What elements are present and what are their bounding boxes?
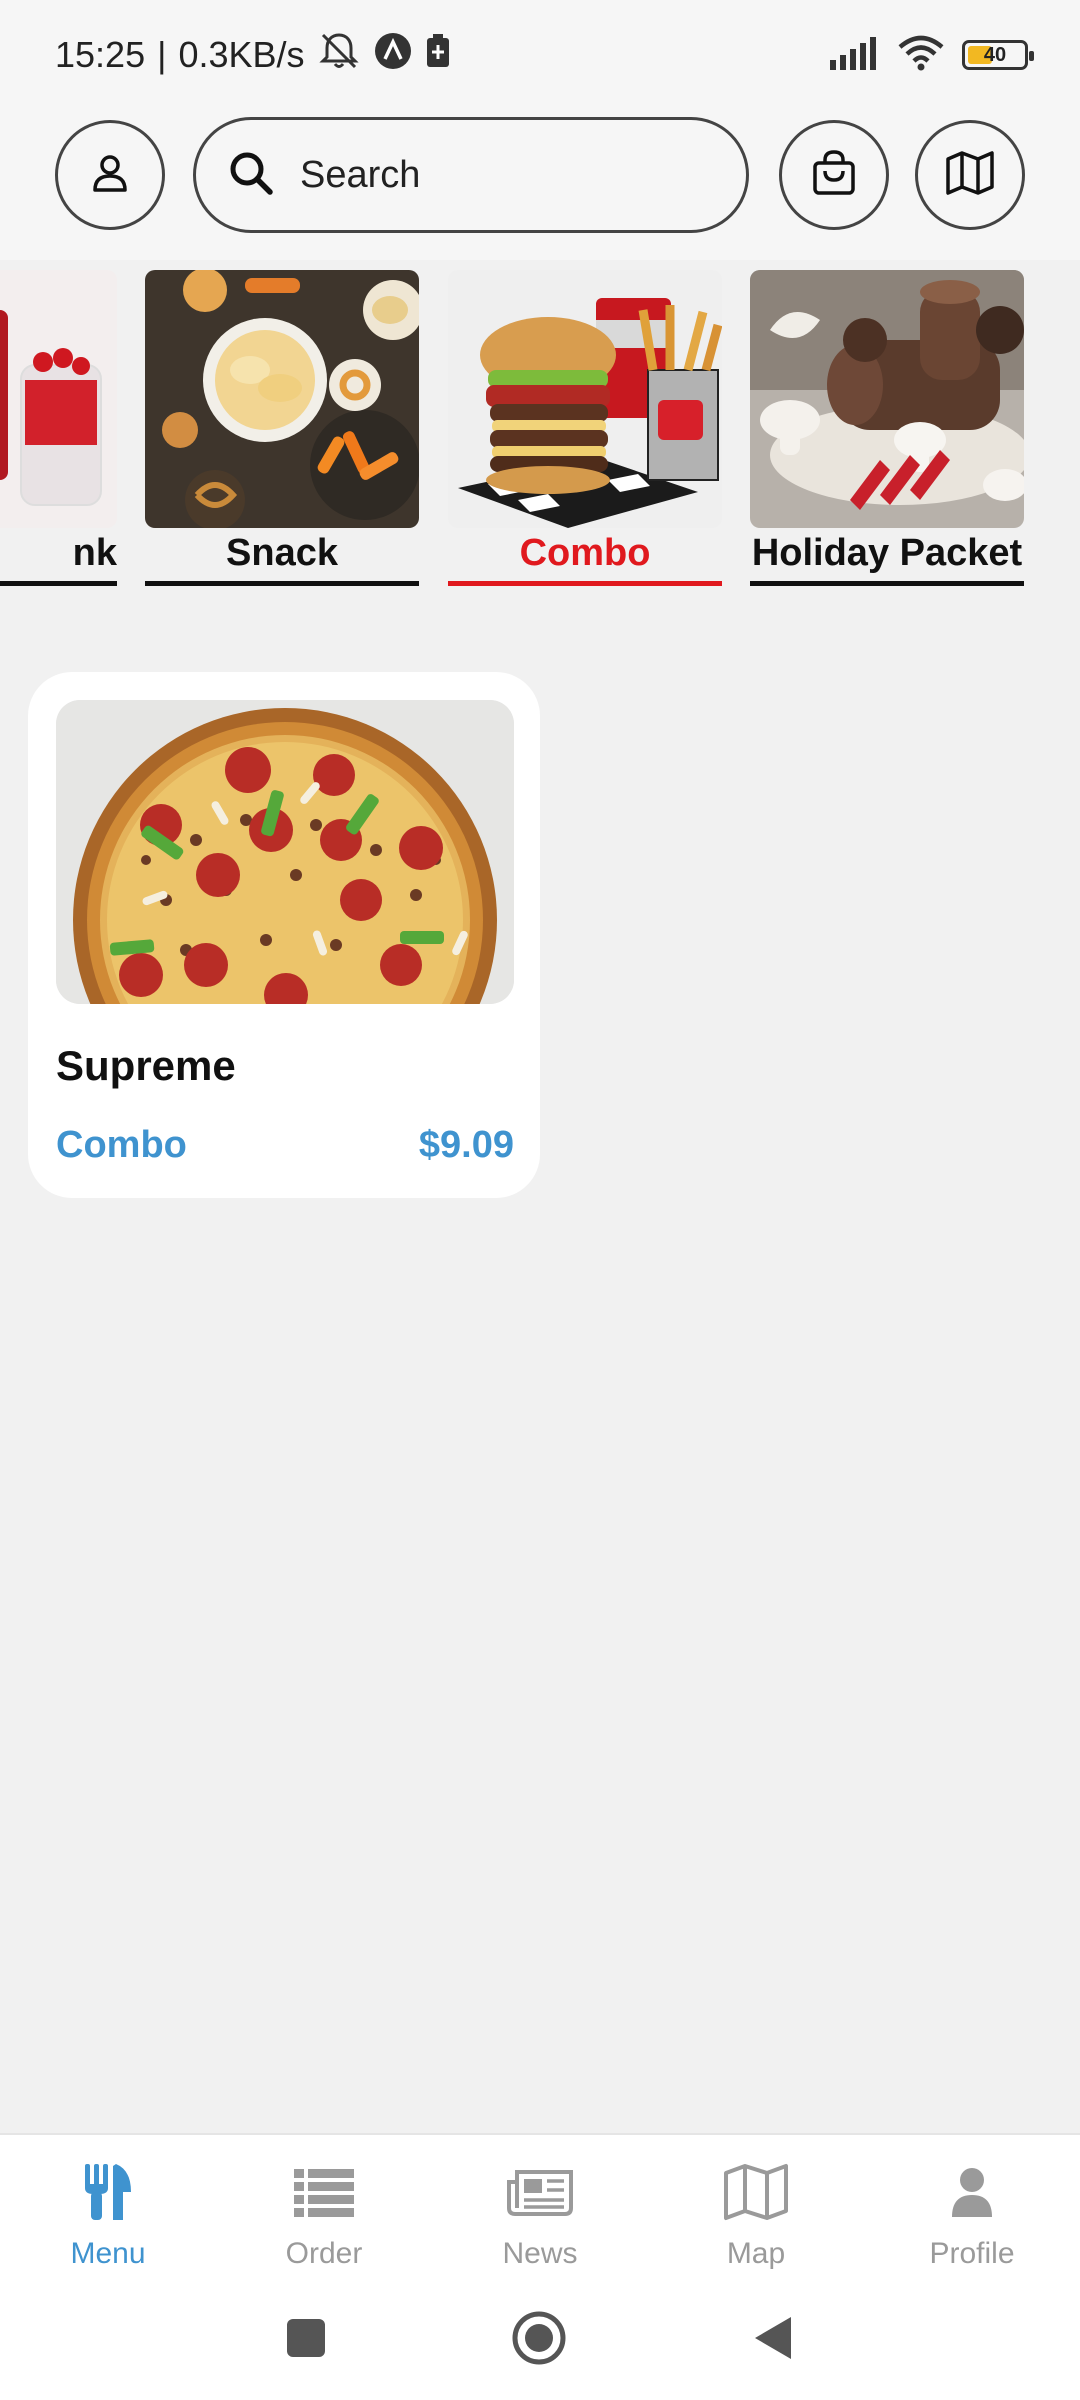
battery-saver-icon	[425, 33, 451, 78]
category-snack-label: Snack	[226, 532, 338, 574]
list-icon	[294, 2159, 354, 2225]
recents-button[interactable]	[266, 2305, 346, 2375]
newspaper-icon	[507, 2159, 573, 2225]
nav-order-label: Order	[285, 2237, 363, 2270]
category-combo-label: Combo	[519, 532, 651, 574]
square-icon	[286, 2318, 326, 2363]
category-drink-label: nk	[72, 532, 117, 574]
category-combo-image	[448, 270, 722, 528]
app-notification-icon	[373, 31, 413, 80]
category-drink[interactable]: nk	[0, 270, 117, 588]
category-drink-image	[0, 270, 117, 528]
app-header	[0, 110, 1080, 260]
shopping-bag-icon	[811, 149, 857, 202]
account-button[interactable]	[55, 120, 165, 230]
network-speed: 0.3KB/s	[178, 34, 305, 75]
product-name: Supreme	[56, 1042, 236, 1089]
category-snack[interactable]: Snack	[145, 270, 419, 588]
nav-menu[interactable]: Menu	[0, 2135, 216, 2287]
home-circle-icon	[511, 2310, 567, 2371]
product-image	[56, 700, 514, 1004]
category-drink-underline	[0, 581, 117, 586]
nav-menu-label: Menu	[70, 2237, 146, 2270]
map-icon	[723, 2159, 789, 2225]
nav-profile[interactable]: Profile	[864, 2135, 1080, 2287]
utensils-icon	[83, 2159, 133, 2225]
search-icon	[228, 150, 274, 201]
mute-icon	[317, 31, 361, 80]
category-holiday-packet[interactable]: Holiday Packet	[750, 270, 1024, 588]
nav-profile-label: Profile	[929, 2237, 1015, 2270]
category-holiday-packet-underline	[750, 581, 1024, 586]
bottom-navigation: Menu Order News Map Profile	[0, 2133, 1080, 2285]
nav-news[interactable]: News	[432, 2135, 648, 2287]
status-time: 15:25	[55, 34, 146, 75]
nav-map[interactable]: Map	[648, 2135, 864, 2287]
nav-news-label: News	[502, 2237, 578, 2270]
product-price: $9.09	[418, 1124, 514, 1166]
category-snack-underline	[145, 581, 419, 586]
map-button[interactable]	[915, 120, 1025, 230]
back-button[interactable]	[733, 2305, 813, 2375]
status-bar: 15:25 | 0.3KB/s 40	[0, 0, 1080, 110]
category-carousel[interactable]: nk Snack Combo Holiday Packet	[0, 270, 1080, 590]
map-icon	[945, 150, 995, 201]
account-icon	[89, 152, 131, 199]
category-holiday-packet-image	[750, 270, 1024, 528]
back-triangle-icon	[753, 2315, 793, 2366]
category-snack-image	[145, 270, 419, 528]
status-separator: |	[157, 34, 167, 75]
battery-level: 40	[983, 43, 1007, 66]
category-combo-underline	[448, 581, 722, 586]
category-holiday-packet-label: Holiday Packet	[751, 532, 1023, 574]
user-icon	[950, 2159, 994, 2225]
home-button[interactable]	[499, 2305, 579, 2375]
category-combo[interactable]: Combo	[448, 270, 722, 588]
nav-order[interactable]: Order	[216, 2135, 432, 2287]
nav-map-label: Map	[726, 2237, 786, 2270]
status-left: 15:25 | 0.3KB/s	[55, 31, 451, 80]
battery-indicator: 40	[962, 40, 1034, 70]
product-card[interactable]: Supreme Combo $9.09	[28, 672, 540, 1198]
status-right: 40	[828, 35, 1034, 76]
wifi-icon	[898, 35, 944, 76]
search-input[interactable]	[300, 153, 680, 197]
signal-icon	[828, 36, 880, 75]
cart-button[interactable]	[779, 120, 889, 230]
system-navigation-bar	[0, 2285, 1080, 2400]
search-bar[interactable]	[193, 117, 749, 233]
product-category: Combo	[56, 1124, 187, 1166]
